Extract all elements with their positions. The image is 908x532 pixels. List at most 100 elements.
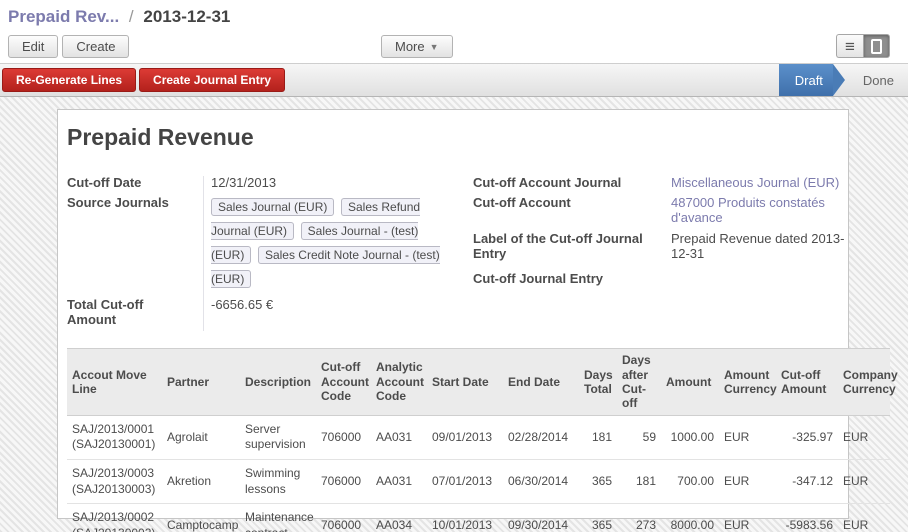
cutoff-account-label: Cut-off Account: [473, 195, 671, 225]
cell-move-line: SAJ/2013/0001 (SAJ20130001): [67, 415, 162, 459]
cell-description: Maintenance contract: [240, 504, 316, 532]
column-header: Days Total: [579, 349, 617, 416]
cutoff-account-journal-label: Cut-off Account Journal: [473, 175, 671, 190]
column-header: Description: [240, 349, 316, 416]
cell-description: Swimming lessons: [240, 459, 316, 503]
statusbar: Draft Done: [779, 64, 908, 96]
cell-partner: Agrolait: [162, 415, 240, 459]
cell-cutoff-amount: -347.12: [776, 459, 838, 503]
form-view-button[interactable]: [863, 34, 890, 58]
lines-table: Accout Move Line Partner Description Cut…: [67, 348, 890, 532]
column-header: Accout Move Line: [67, 349, 162, 416]
create-button[interactable]: Create: [62, 35, 129, 58]
cell-cutoff-account-code: 706000: [316, 415, 371, 459]
cell-company-currency: EUR: [838, 459, 890, 503]
top-bar: Prepaid Rev... / 2013-12-31 Edit Create …: [0, 0, 908, 63]
create-journal-entry-button[interactable]: Create Journal Entry: [139, 68, 285, 92]
content-area: Prepaid Revenue Cut-off Date 12/31/2013 …: [0, 97, 908, 532]
journal-tag: Sales Journal (EUR): [211, 198, 334, 216]
status-draft: Draft: [779, 64, 833, 96]
status-done-label: Done: [863, 73, 894, 88]
cutoff-date-label: Cut-off Date: [67, 175, 201, 190]
cell-amount-currency: EUR: [719, 415, 776, 459]
column-header: Days after Cut-off: [617, 349, 661, 416]
journal-entry-label-value: Prepaid Revenue dated 2013-12-31: [671, 231, 853, 261]
regenerate-lines-button[interactable]: Re-Generate Lines: [2, 68, 136, 92]
cell-analytic-account-code: AA031: [371, 415, 427, 459]
column-header: Analytic Account Code: [371, 349, 427, 416]
view-switcher: ≡: [836, 34, 890, 58]
cell-end-date: 02/28/2014: [503, 415, 579, 459]
cell-analytic-account-code: AA031: [371, 459, 427, 503]
action-bar: Re-Generate Lines Create Journal Entry D…: [0, 63, 908, 97]
column-header: End Date: [503, 349, 579, 416]
field-journal-entry-label: Label of the Cut-off Journal Entry Prepa…: [473, 231, 853, 261]
table-row[interactable]: SAJ/2013/0001 (SAJ20130001) Agrolait Ser…: [67, 415, 890, 459]
field-group-left: Cut-off Date 12/31/2013 Source Journals …: [67, 175, 453, 332]
cell-partner: Akretion: [162, 459, 240, 503]
cutoff-date-value: 12/31/2013: [201, 175, 451, 190]
cutoff-account-link[interactable]: 487000 Produits constatés d'avance: [671, 195, 853, 225]
cell-start-date: 07/01/2013: [427, 459, 503, 503]
cell-amount: 1000.00: [661, 415, 719, 459]
column-header: Amount Currency: [719, 349, 776, 416]
cell-amount: 8000.00: [661, 504, 719, 532]
column-header: Amount: [661, 349, 719, 416]
cell-amount-currency: EUR: [719, 459, 776, 503]
status-draft-label: Draft: [795, 73, 823, 88]
journal-entry-label-label: Label of the Cut-off Journal Entry: [473, 231, 671, 261]
cell-move-line: SAJ/2013/0002 (SAJ20130002): [67, 504, 162, 532]
breadcrumb-parent-link[interactable]: Prepaid Rev...: [8, 7, 119, 26]
field-total-cutoff-amount: Total Cut-off Amount -6656.65 €: [67, 297, 453, 327]
cutoff-account-journal-link[interactable]: Miscellaneous Journal (EUR): [671, 175, 853, 190]
total-cutoff-amount-value: -6656.65 €: [201, 297, 451, 327]
edit-button[interactable]: Edit: [8, 35, 58, 58]
field-groups: Cut-off Date 12/31/2013 Source Journals …: [67, 175, 839, 332]
cell-days-after-cutoff: 273: [617, 504, 661, 532]
cell-move-line: SAJ/2013/0003 (SAJ20130003): [67, 459, 162, 503]
cell-days-after-cutoff: 59: [617, 415, 661, 459]
breadcrumb-current: 2013-12-31: [143, 7, 230, 26]
cell-cutoff-account-code: 706000: [316, 504, 371, 532]
cell-end-date: 09/30/2014: [503, 504, 579, 532]
table-header-row: Accout Move Line Partner Description Cut…: [67, 349, 890, 416]
source-journals-label: Source Journals: [67, 195, 201, 291]
breadcrumb-separator: /: [124, 7, 139, 26]
cell-days-after-cutoff: 181: [617, 459, 661, 503]
cell-end-date: 06/30/2014: [503, 459, 579, 503]
field-cutoff-account-journal: Cut-off Account Journal Miscellaneous Jo…: [473, 175, 853, 190]
cell-amount-currency: EUR: [719, 504, 776, 532]
cell-start-date: 09/01/2013: [427, 415, 503, 459]
more-dropdown-button[interactable]: More ▼: [381, 35, 453, 58]
more-label: More: [395, 39, 425, 54]
cell-days-total: 365: [579, 504, 617, 532]
cell-start-date: 10/01/2013: [427, 504, 503, 532]
cell-company-currency: EUR: [838, 504, 890, 532]
total-cutoff-amount-label: Total Cut-off Amount: [67, 297, 201, 327]
form-sheet: Prepaid Revenue Cut-off Date 12/31/2013 …: [57, 109, 849, 519]
lines-table-section: Accout Move Line Partner Description Cut…: [67, 348, 839, 532]
more-dropdown-wrap: More ▼: [381, 35, 453, 58]
list-view-button[interactable]: ≡: [836, 34, 863, 58]
field-cutoff-journal-entry: Cut-off Journal Entry: [473, 271, 853, 286]
column-header: Start Date: [427, 349, 503, 416]
status-done: Done: [849, 64, 908, 96]
cutoff-journal-entry-value: [671, 271, 853, 286]
column-header: Cut-off Account Code: [316, 349, 371, 416]
column-header: Partner: [162, 349, 240, 416]
field-group-right: Cut-off Account Journal Miscellaneous Jo…: [453, 175, 853, 332]
cell-cutoff-account-code: 706000: [316, 459, 371, 503]
field-cutoff-account: Cut-off Account 487000 Produits constaté…: [473, 195, 853, 225]
cell-analytic-account-code: AA034: [371, 504, 427, 532]
cell-company-currency: EUR: [838, 415, 890, 459]
table-row[interactable]: SAJ/2013/0003 (SAJ20130003) Akretion Swi…: [67, 459, 890, 503]
form-view-icon: [871, 39, 882, 54]
table-row[interactable]: SAJ/2013/0002 (SAJ20130002) Camptocamp M…: [67, 504, 890, 532]
cell-days-total: 181: [579, 415, 617, 459]
field-cutoff-date: Cut-off Date 12/31/2013: [67, 175, 453, 190]
field-source-journals: Source Journals Sales Journal (EUR) Sale…: [67, 195, 453, 291]
toolbar: Edit Create More ▼ ≡: [8, 29, 900, 63]
chevron-down-icon: ▼: [430, 42, 439, 52]
source-journals-value: Sales Journal (EUR) Sales Refund Journal…: [201, 195, 451, 291]
cell-days-total: 365: [579, 459, 617, 503]
